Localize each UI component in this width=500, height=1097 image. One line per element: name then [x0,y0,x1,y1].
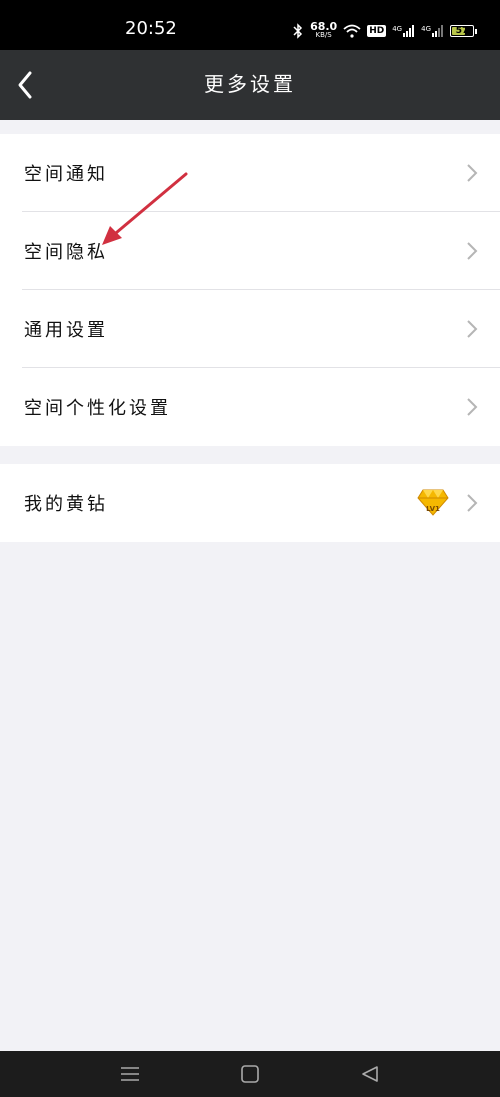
chevron-right-icon [467,164,478,182]
signal-1-label: 4G [392,25,403,33]
back-triangle-icon[interactable] [359,1065,381,1083]
signal-1: 4G [392,25,415,37]
list-item-space-privacy[interactable]: 空间隐私 [0,212,500,290]
settings-list: 空间通知 空间隐私 通用设置 空间个性化设置 [0,134,500,446]
chevron-right-icon [467,320,478,338]
diamond-level-text: LV1 [426,505,440,513]
network-speed-value: 68.0 [310,20,338,33]
chevron-right-icon [467,242,478,260]
signal-2: 4G [421,25,444,37]
list-item-general-settings[interactable]: 通用设置 [0,290,500,368]
chevron-right-icon [467,494,478,512]
hd-badge: HD [367,25,387,37]
status-icons: 68.0 KB/S HD 4G 4G 57 [292,20,477,42]
signal-bars-icon [403,25,415,37]
battery-icon: 57 [450,25,477,37]
home-icon[interactable] [239,1065,261,1083]
bluetooth-icon [293,23,303,39]
list-item-personalization[interactable]: 空间个性化设置 [0,368,500,446]
signal-bars-icon [432,25,443,37]
signal-2-label: 4G [421,25,431,33]
page-title: 更多设置 [204,72,296,96]
vip-list: 我的黄钻 LV1 [0,464,500,542]
yellow-diamond-icon: LV1 [417,489,449,516]
header-bar: 更多设置 [0,50,500,120]
wifi-icon [343,24,361,38]
battery-level: 57 [455,26,469,36]
list-item-label: 空间隐私 [24,242,108,263]
status-bar: 20:52 68.0 KB/S HD 4G 4G 57 [0,0,500,50]
list-item-yellow-diamond[interactable]: 我的黄钻 LV1 [0,464,500,542]
list-item-label: 空间个性化设置 [24,398,171,419]
list-item-space-notification[interactable]: 空间通知 [0,134,500,212]
status-time: 20:52 [125,18,177,39]
system-nav-bar [0,1051,500,1097]
list-item-label: 我的黄钻 [24,494,108,515]
network-speed-unit: KB/S [315,31,332,39]
chevron-right-icon [467,398,478,416]
list-item-label: 空间通知 [24,164,108,185]
network-speed: 68.0 KB/S [310,20,338,40]
list-item-label: 通用设置 [24,320,108,341]
menu-icon[interactable] [119,1065,141,1083]
